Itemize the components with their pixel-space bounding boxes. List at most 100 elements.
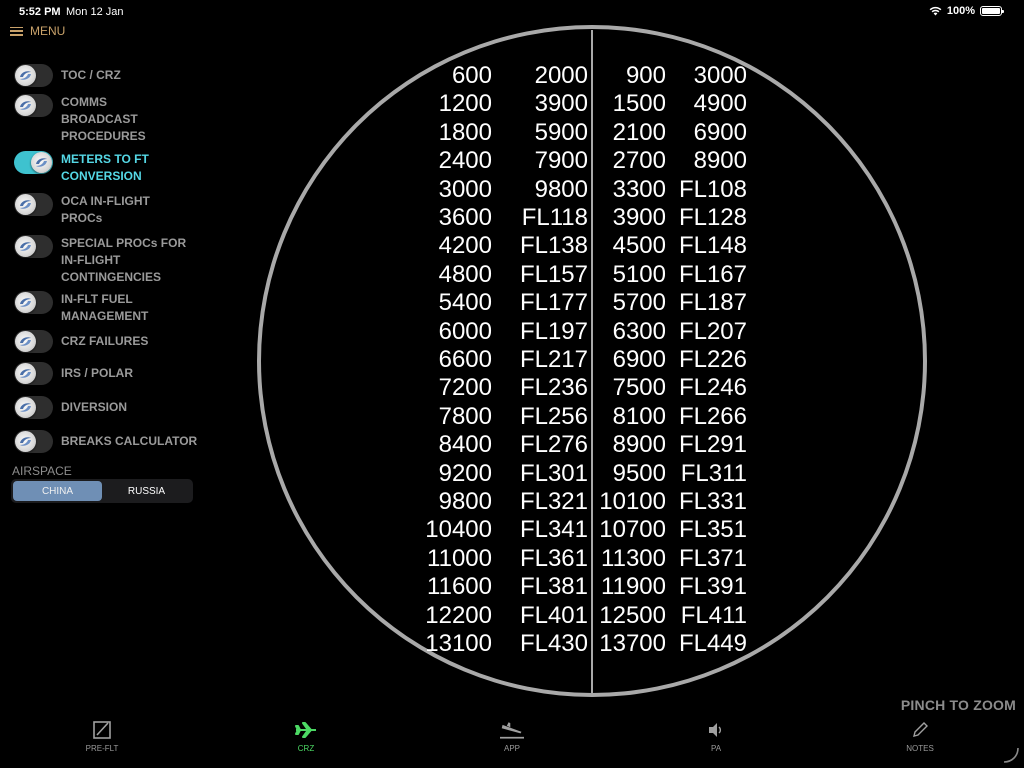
sidebar-item-crz-failures[interactable]: CRZ FAILURES: [14, 330, 201, 353]
sidebar-item-diversion[interactable]: DIVERSION: [14, 396, 201, 419]
feet-cell: FL246: [678, 374, 747, 402]
meters-cell: 13100: [425, 630, 492, 657]
toggle-switch[interactable]: [14, 362, 53, 385]
meters-cell: 8400: [438, 431, 492, 459]
airspace-label: AIRSPACE: [12, 464, 72, 478]
landing-icon: [500, 719, 524, 741]
sidebar-item-label: TOC / CRZ: [61, 68, 121, 82]
toggle-switch[interactable]: [14, 396, 53, 419]
feet-cell: FL276: [519, 431, 588, 459]
sidebar-item-fuel-management[interactable]: IN-FLT FUEL MANAGEMENT: [14, 291, 171, 325]
feet-cell: FL226: [678, 346, 747, 373]
battery-icon: [980, 6, 1004, 16]
feet-cell: 2000: [534, 62, 588, 89]
logo-icon: [20, 242, 31, 251]
meters-cell: 5100: [612, 260, 666, 288]
meters-cell: 7500: [612, 374, 666, 402]
tab-bar: PRE-FLT CRZ APP PA NOTES: [0, 716, 1024, 768]
meters-cell: 11300: [601, 544, 666, 572]
tab-pre-flt[interactable]: PRE-FLT: [62, 719, 142, 753]
sidebar-item-label: DIVERSION: [61, 400, 128, 414]
sidebar-item-label: IN-FLT FUEL MANAGEMENT: [61, 292, 149, 323]
feet-cell: FL167: [678, 260, 747, 288]
feet-cell: FL207: [678, 317, 747, 345]
toggle-switch[interactable]: [14, 291, 53, 314]
feet-cell: FL138: [519, 232, 588, 260]
toggle-switch[interactable]: [14, 330, 53, 353]
airplane-icon: [294, 719, 318, 741]
feet-cell: FL177: [519, 289, 588, 317]
meters-cell: 6300: [612, 317, 666, 345]
feet-cell: FL331: [678, 488, 747, 515]
feet-cell: FL128: [678, 204, 747, 231]
feet-cell: FL266: [678, 402, 747, 430]
tab-label: PRE-FLT: [85, 744, 119, 753]
pencil-icon: [908, 719, 932, 741]
meters-cell: 3900: [612, 204, 666, 231]
sidebar-item-toc-crz[interactable]: TOC / CRZ: [14, 64, 201, 87]
logo-icon: [20, 403, 31, 412]
sidebar-item-label: BREAKS CALCULATOR: [61, 434, 198, 448]
meters-cell: 1800: [438, 118, 492, 146]
feet-cell: FL236: [519, 374, 588, 402]
tab-label: CRZ: [297, 744, 315, 753]
meters-cell: 9500: [612, 459, 666, 487]
toggle-switch[interactable]: [14, 193, 53, 216]
toggle-switch[interactable]: [14, 235, 53, 258]
sidebar-item-label: COMMS BROADCAST PROCEDURES: [61, 95, 146, 143]
toggle-switch[interactable]: [14, 151, 53, 174]
sidebar-item-breaks-calculator[interactable]: BREAKS CALCULATOR: [14, 430, 211, 453]
chart-divider: [591, 30, 593, 696]
tab-pa[interactable]: PA: [676, 719, 756, 753]
feet-cell: 9800: [534, 175, 588, 203]
meters-cell: 6000: [438, 317, 492, 345]
toggle-switch[interactable]: [14, 64, 53, 87]
sidebar-item-irs-polar[interactable]: IRS / POLAR: [14, 362, 201, 385]
meters-cell: 1500: [612, 90, 666, 118]
feet-cell: 7900: [534, 147, 588, 175]
meters-cell: 12500: [599, 601, 666, 629]
meters-cell: 10700: [599, 516, 666, 544]
sidebar-item-label: CRZ FAILURES: [61, 334, 149, 348]
sidebar-item-special-procs[interactable]: SPECIAL PROCs FOR IN-FLIGHT CONTINGENCIE…: [14, 235, 201, 286]
meters-cell: 4800: [438, 260, 492, 288]
meters-cell: 2400: [438, 147, 492, 175]
pinch-to-zoom-hint: PINCH TO ZOOM: [900, 697, 1016, 713]
meters-cell: 8900: [612, 431, 666, 459]
tab-label: PA: [710, 744, 722, 753]
segment-russia[interactable]: RUSSIA: [102, 481, 191, 501]
feet-cell: 4900: [693, 90, 747, 118]
feet-cell: 6900: [693, 118, 747, 146]
feet-cell: FL321: [519, 488, 588, 515]
tab-app[interactable]: APP: [472, 719, 552, 753]
logo-icon: [20, 437, 31, 446]
logo-icon: [20, 298, 31, 307]
logo-icon: [20, 71, 31, 80]
logo-icon: [20, 369, 31, 378]
meters-cell: 3600: [438, 204, 492, 231]
feet-cell: 5900: [534, 118, 588, 146]
logo-icon: [20, 101, 31, 110]
airspace-segmented-control[interactable]: CHINA RUSSIA: [11, 479, 193, 503]
sidebar-item-oca-procs[interactable]: OCA IN-FLIGHT PROCs: [14, 193, 171, 227]
meters-cell: 7800: [438, 402, 492, 430]
feet-cell: FL217: [519, 346, 588, 373]
toggle-switch[interactable]: [14, 430, 53, 453]
meters-cell: 12200: [425, 601, 492, 629]
meters-cell: 6900: [612, 346, 666, 373]
toggle-switch[interactable]: [14, 94, 53, 117]
feet-cell: FL411: [680, 601, 747, 629]
meters-cell: 11900: [601, 573, 666, 601]
sidebar-item-meters-to-ft[interactable]: METERS TO FT CONVERSION: [14, 151, 171, 185]
tab-notes[interactable]: NOTES: [880, 719, 960, 753]
resize-handle-icon[interactable]: [1002, 746, 1020, 764]
sidebar-item-comms-broadcast[interactable]: COMMS BROADCAST PROCEDURES: [14, 94, 171, 145]
feet-cell: FL256: [519, 402, 588, 430]
tab-crz[interactable]: CRZ: [266, 719, 346, 753]
meters-cell: 13700: [599, 630, 666, 657]
meters-cell: 2700: [612, 147, 666, 175]
segment-china[interactable]: CHINA: [13, 481, 102, 501]
feet-cell: FL449: [678, 630, 747, 657]
sidebar-item-label: OCA IN-FLIGHT PROCs: [61, 194, 150, 225]
meters-cell: 600: [451, 62, 492, 89]
